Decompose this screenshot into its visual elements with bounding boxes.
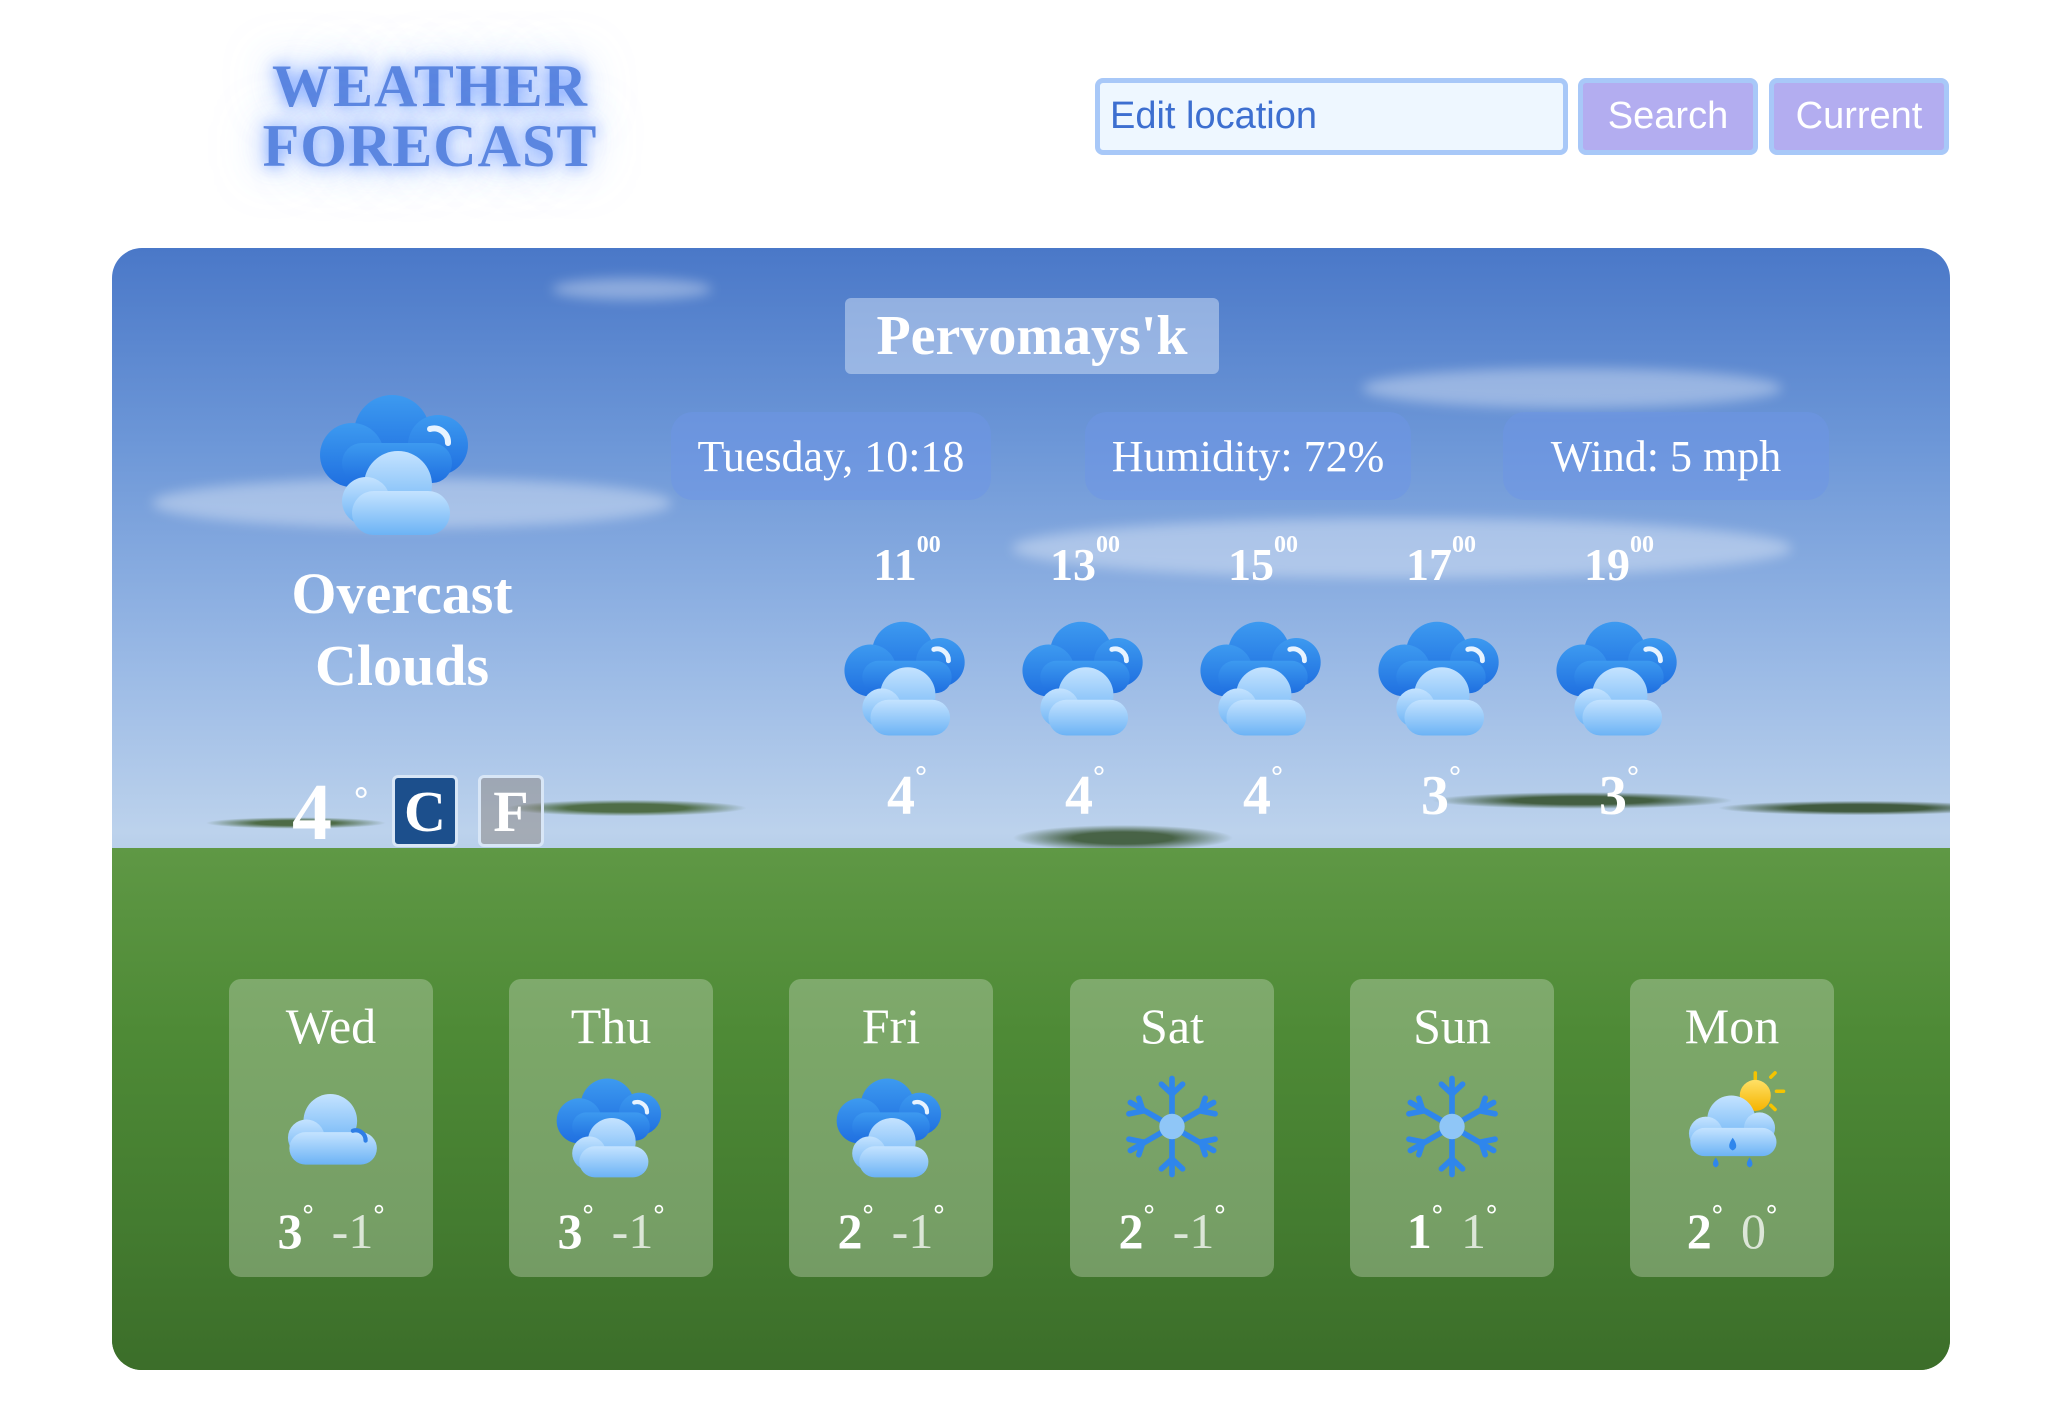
cloud-icon — [271, 1069, 391, 1184]
daily-card-thu[interactable]: Thu 3° -1° — [509, 979, 713, 1277]
logo-line-2: FORECAST — [262, 113, 598, 179]
daily-temperatures: 2° 0° — [1686, 1200, 1778, 1259]
overcast-clouds-icon — [831, 1069, 951, 1184]
celsius-toggle[interactable]: C — [392, 775, 458, 847]
current-temperature: 4 — [292, 769, 332, 857]
app-logo: WEATHER FORECAST — [230, 46, 630, 186]
hourly-item: 1300 4° — [1005, 532, 1165, 828]
daily-temperatures: 3° -1° — [557, 1200, 665, 1259]
hourly-temperature: 4° — [887, 760, 927, 827]
daily-day-name: Wed — [285, 998, 377, 1054]
hourly-item: 1700 3° — [1361, 532, 1521, 828]
hourly-time: 1100 — [873, 532, 941, 590]
hourly-item: 1900 3° — [1539, 532, 1699, 828]
overcast-clouds-icon — [1549, 612, 1689, 742]
wind-speed: Wind: 5 mph — [1503, 412, 1829, 500]
degree-symbol: ° — [354, 779, 369, 819]
overcast-clouds-icon — [551, 1069, 671, 1184]
hourly-temperature: 4° — [1065, 760, 1105, 827]
daily-day-name: Mon — [1684, 998, 1780, 1054]
daily-card-sun[interactable]: Sun 1° 1° — [1350, 979, 1554, 1277]
daily-day-name: Sat — [1140, 998, 1204, 1054]
overcast-clouds-icon — [837, 612, 977, 742]
hourly-item: 1500 4° — [1183, 532, 1343, 828]
humidity: Humidity: 72% — [1085, 412, 1411, 500]
daily-card-fri[interactable]: Fri 2° -1° — [789, 979, 993, 1277]
hourly-time: 1700 — [1406, 532, 1476, 590]
current-location-button[interactable]: Current — [1769, 78, 1949, 155]
hourly-temperature: 3° — [1599, 760, 1639, 827]
daily-temperatures: 3° -1° — [277, 1200, 385, 1259]
current-condition: Overcast Clouds — [291, 561, 513, 698]
hourly-temperature: 3° — [1421, 760, 1461, 827]
snowflake-icon — [1112, 1069, 1232, 1184]
sun-cloud-rain-icon — [1672, 1069, 1792, 1184]
city-name: Pervomays'k — [845, 298, 1219, 374]
sky-background — [552, 278, 712, 300]
hourly-time: 1300 — [1050, 532, 1120, 590]
overcast-clouds-icon — [1371, 612, 1511, 742]
hourly-item: 1100 4° — [827, 532, 987, 828]
search-button[interactable]: Search — [1578, 78, 1758, 155]
fahrenheit-toggle[interactable]: F — [478, 775, 544, 847]
daily-day-name: Fri — [861, 998, 921, 1054]
snowflake-icon — [1392, 1069, 1512, 1184]
daily-temperatures: 2° -1° — [837, 1200, 945, 1259]
location-search-input[interactable] — [1095, 78, 1568, 155]
overcast-clouds-icon — [312, 383, 482, 543]
sky-background — [1362, 368, 1782, 408]
overcast-clouds-icon — [1193, 612, 1333, 742]
daily-day-name: Sun — [1413, 998, 1491, 1054]
hourly-time: 1500 — [1228, 532, 1298, 590]
hourly-temperature: 4° — [1243, 760, 1283, 827]
weather-card: Pervomays'k Tuesday, 10:18 Humidity: 72%… — [112, 248, 1950, 1370]
daily-card-wed[interactable]: Wed 3° -1° — [229, 979, 433, 1277]
logo-line-1: WEATHER — [272, 53, 588, 119]
daily-temperatures: 1° 1° — [1406, 1200, 1498, 1259]
date-time: Tuesday, 10:18 — [671, 412, 991, 500]
hourly-time: 1900 — [1584, 532, 1654, 590]
daily-temperatures: 2° -1° — [1118, 1200, 1226, 1259]
daily-card-mon[interactable]: Mon 2° 0° — [1630, 979, 1834, 1277]
daily-day-name: Thu — [570, 998, 652, 1054]
daily-card-sat[interactable]: Sat 2° -1° — [1070, 979, 1274, 1277]
overcast-clouds-icon — [1015, 612, 1155, 742]
